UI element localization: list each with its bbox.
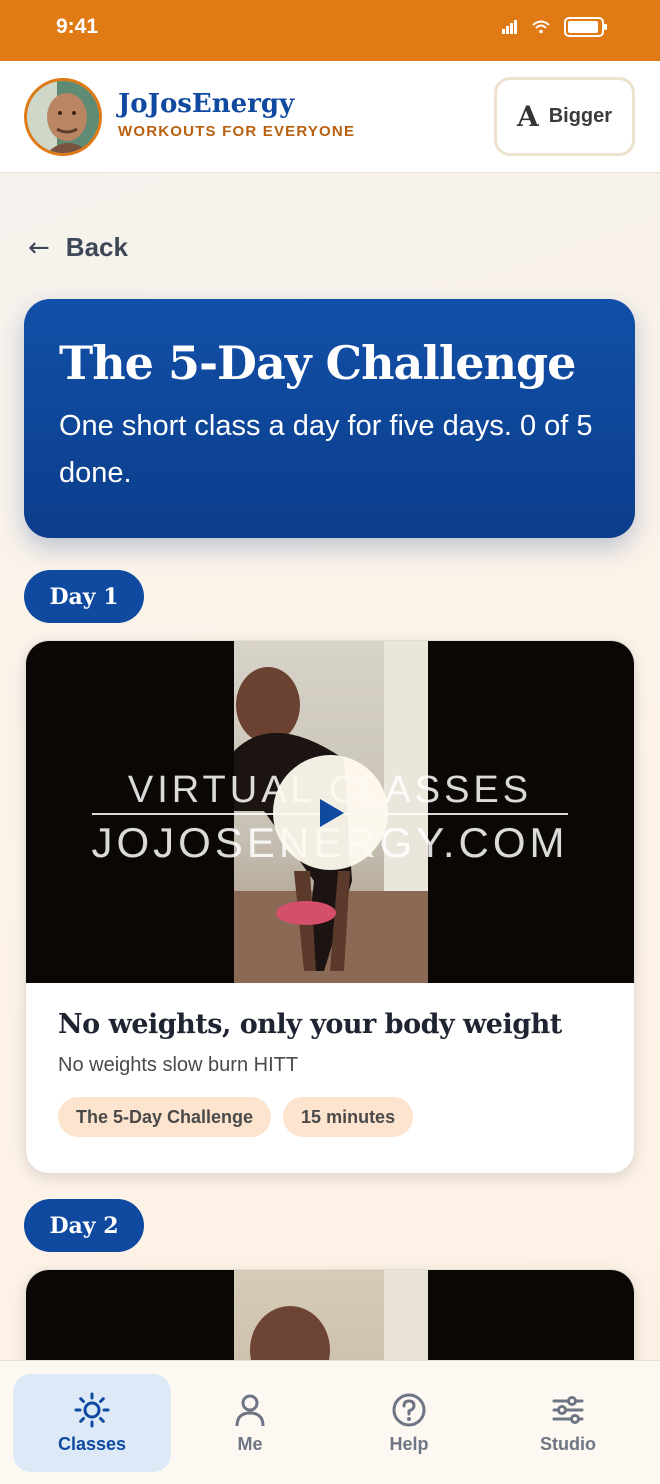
nav-item-me[interactable]: Me (171, 1374, 329, 1472)
nav-label-help: Help (389, 1433, 429, 1454)
avatar-photo (27, 81, 99, 153)
duration-tag: 15 minutes (283, 1097, 414, 1137)
back-button[interactable]: ← Back (28, 232, 128, 263)
challenge-tag: The 5-Day Challenge (58, 1097, 272, 1137)
class-description: No weights slow burn HITT (58, 1054, 299, 1076)
bigger-label: Bigger (548, 105, 613, 127)
text-size-icon: A (516, 100, 539, 133)
class-info: No weights, only your body weight No wei… (26, 983, 634, 1173)
battery-icon (564, 17, 607, 37)
sun-icon (74, 1392, 110, 1427)
person-icon (235, 1394, 265, 1426)
signal-icon (502, 20, 517, 34)
challenge-hero: The 5-Day Challenge One short class a da… (24, 299, 635, 538)
video-thumbnail[interactable]: VIRTUAL CLASSES JOJOSENERGY.COM (26, 641, 634, 983)
day-badge: Day 2 (24, 1199, 144, 1252)
play-button[interactable] (273, 755, 388, 870)
back-label: Back (65, 232, 128, 262)
page-title: The 5-Day Challenge (59, 336, 576, 390)
nav-label-studio: Studio (540, 1433, 596, 1454)
sliders-icon (552, 1395, 584, 1424)
status-time: 9:41 (56, 15, 99, 38)
class-title: No weights, only your body weight (58, 1009, 562, 1040)
brand-tagline: WORKOUTS FOR EVERYONE (118, 123, 356, 140)
status-bar: 9:41 (0, 0, 660, 61)
nav-label-classes: Classes (57, 1433, 127, 1454)
nav-item-classes[interactable]: Classes (13, 1374, 171, 1472)
back-arrow-icon: ← (28, 232, 50, 263)
day-badge: Day 1 (24, 570, 144, 623)
play-icon (319, 798, 344, 827)
bottom-nav: Classes Me Help Studio (0, 1360, 660, 1484)
status-icons (502, 17, 608, 37)
class-card[interactable]: VIRTUAL CLASSES JOJOSENERGY.COM No weigh… (25, 640, 635, 1174)
brand-name: JoJosEnergy (118, 89, 295, 119)
nav-item-help[interactable]: Help (330, 1374, 488, 1472)
nav-label-me: Me (237, 1433, 263, 1454)
avatar (24, 78, 102, 156)
class-tags: The 5-Day Challenge 15 minutes (58, 1097, 602, 1137)
app-header: JoJosEnergy WORKOUTS FOR EVERYONE A Bigg… (0, 61, 660, 173)
question-icon (392, 1393, 426, 1426)
nav-item-studio[interactable]: Studio (489, 1374, 647, 1472)
bigger-text-button[interactable]: A Bigger (494, 77, 635, 156)
challenge-progress-text: One short class a day for five days. 0 o… (59, 410, 593, 489)
wifi-icon (532, 20, 550, 34)
